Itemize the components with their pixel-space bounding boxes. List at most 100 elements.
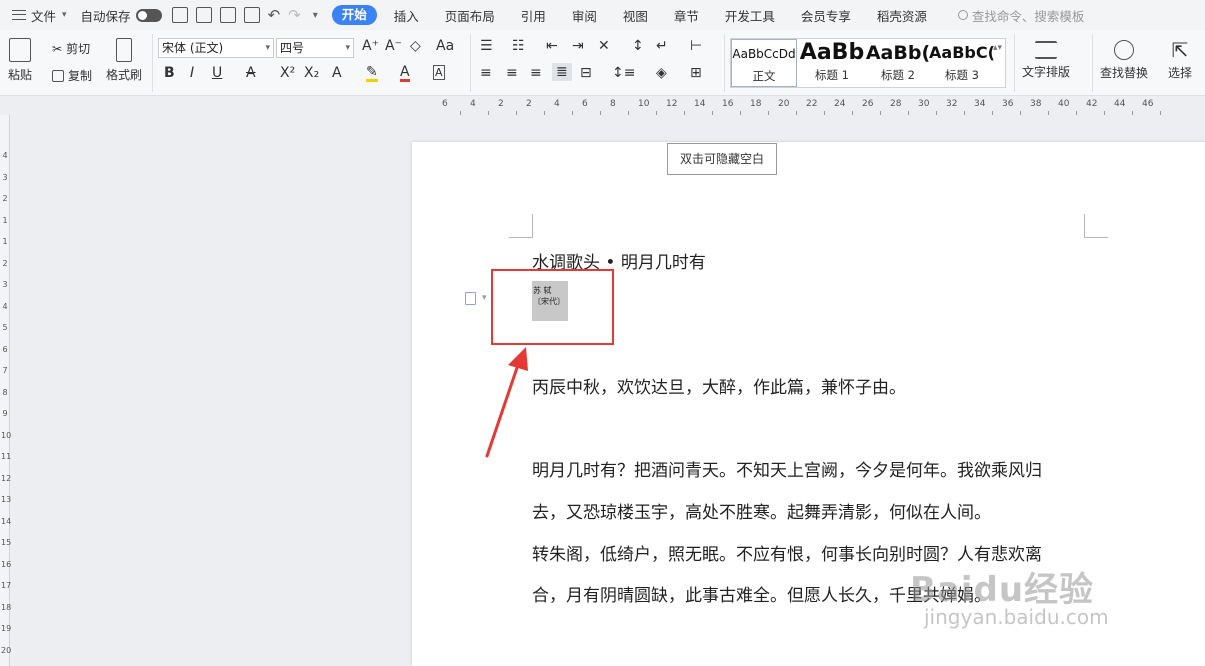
tab-insert[interactable]: 插入 (381, 6, 432, 25)
ruler-tick-label: 46 (1142, 99, 1154, 109)
annotation-arrow (485, 347, 528, 458)
file-menu[interactable]: 文件 ▾ (12, 0, 67, 30)
ruler-tick-mark (880, 111, 881, 115)
ruler-tick-mark (768, 111, 769, 115)
ruler-tick-label: 44 (1114, 99, 1126, 109)
italic-icon[interactable]: I (190, 65, 194, 81)
ribbon-divider (724, 34, 725, 92)
format-painter-button[interactable]: 格式刷 (106, 38, 142, 83)
ruler-tick-mark (852, 111, 853, 115)
ruler-tick-mark (488, 111, 489, 115)
tab-docer-resources[interactable]: 稻壳资源 (864, 6, 940, 25)
ruler-tick-label: 6 (582, 99, 588, 109)
autosave-control[interactable]: 自动保存 (81, 0, 168, 30)
justify-icon[interactable]: ≣ (552, 63, 572, 81)
align-center-icon[interactable]: ≡ (506, 65, 518, 81)
tab-developer[interactable]: 开发工具 (712, 6, 788, 25)
tab-member[interactable]: 会员专享 (788, 6, 864, 25)
ruler-tick-mark (908, 111, 909, 115)
chevron-down-icon: ▾ (62, 10, 67, 20)
print-preview-icon[interactable] (243, 7, 260, 23)
clear-format-icon[interactable]: ◇ (410, 38, 421, 54)
ruler-tick-mark (1104, 111, 1105, 115)
redo-icon[interactable]: ↷ (288, 6, 301, 24)
horizontal-ruler[interactable]: 6 4 2 2 4 6 8 10 12 14 16 18 20 22 24 26 28 30 32 34 36 38 40 4… (412, 97, 1205, 115)
cut-button[interactable]: ✂ 剪切 (52, 40, 90, 57)
shrink-font-icon[interactable]: A⁻ (385, 38, 402, 54)
ruler-tick-label: 20 (1, 645, 12, 655)
chinese-layout-icon[interactable]: ✕ (598, 38, 610, 54)
print-icon[interactable] (171, 7, 188, 23)
chevron-down-icon[interactable]: ▾ (482, 293, 487, 303)
strikethrough-icon[interactable]: A (246, 65, 256, 81)
highlight-icon[interactable]: ✎ (366, 65, 378, 82)
paste-button[interactable]: 粘贴 (8, 38, 32, 83)
sort-icon[interactable]: ↕ (632, 38, 644, 54)
vertical-ruler[interactable]: 4 3 2 1 1 2 3 4 5 6 7 8 9 10 11 12 13 14 15 16 17 18 19 20 (0, 115, 12, 666)
ribbon-toolbar: 粘贴 ✂ 剪切 复制 格式刷 宋体 (正文) 四号 A⁺ A⁻ ◇ Aa B I… (0, 30, 1205, 96)
shading-icon[interactable]: ◈ (656, 65, 667, 81)
ruler-tick-label: 42 (1086, 99, 1098, 109)
subscript-icon[interactable]: X₂ (304, 65, 319, 81)
distributed-align-icon[interactable]: ⊟ (580, 65, 592, 81)
style-name: 标题 3 (945, 68, 979, 82)
show-marks-icon[interactable]: ↵ (656, 38, 668, 54)
align-left-icon[interactable]: ≡ (480, 65, 492, 81)
tab-home[interactable]: 开始 (331, 5, 377, 25)
save-icon[interactable] (195, 7, 212, 23)
select-button[interactable]: ⇱ 选择 (1168, 38, 1192, 81)
tab-page-layout[interactable]: 页面布局 (432, 6, 508, 25)
grow-font-icon[interactable]: A⁺ (362, 38, 379, 54)
format-painter-label: 格式刷 (106, 68, 143, 82)
ruler-tick-mark (1048, 111, 1049, 115)
style-gallery-scroll-icon[interactable]: ▴▾ (993, 43, 1002, 53)
superscript-icon[interactable]: X² (280, 65, 295, 81)
text-effect-icon[interactable]: A (332, 65, 342, 81)
ribbon-divider (1092, 34, 1093, 92)
ruler-tick-label: 12 (1, 473, 12, 483)
hide-blank-space-button[interactable]: 双击可隐藏空白 (667, 143, 777, 175)
cut-label: 剪切 (66, 42, 91, 56)
ruler-tick-label: 20 (778, 99, 790, 109)
text-layout-button[interactable]: 文字排版 (1022, 38, 1070, 80)
margin-corner-mark (509, 214, 533, 238)
undo-icon[interactable]: ↶ (268, 6, 281, 24)
borders-icon[interactable]: ⊞ (690, 65, 702, 81)
tab-references[interactable]: 引用 (508, 6, 559, 25)
tab-section[interactable]: 章节 (661, 6, 712, 25)
bold-icon[interactable]: B (164, 65, 175, 81)
ruler-tick-mark (600, 111, 601, 115)
copy-button[interactable]: 复制 (52, 67, 92, 84)
font-name-select[interactable]: 宋体 (正文) (158, 38, 274, 58)
underline-icon[interactable]: U (212, 65, 222, 81)
align-right-icon[interactable]: ≡ (530, 65, 542, 81)
change-case-icon[interactable]: Aa (436, 38, 454, 54)
decrease-indent-icon[interactable]: ⇤ (546, 38, 558, 54)
numbered-list-icon[interactable]: ☷ (512, 38, 525, 54)
style-normal[interactable]: AaBbCcDd 正文 (731, 39, 797, 87)
style-heading-1[interactable]: AaBb 标题 1 (799, 39, 865, 87)
watermark-url: jingyan.baidu.com (924, 605, 1109, 629)
find-replace-button[interactable]: 查找替换 (1100, 38, 1148, 81)
style-name: 标题 1 (815, 68, 849, 82)
style-heading-2[interactable]: AaBb( 标题 2 (865, 39, 931, 87)
ruler-tick-mark (1160, 111, 1161, 115)
magnifier-icon (1114, 40, 1134, 60)
font-size-select[interactable]: 四号 (276, 38, 354, 58)
ruler-tick-mark (656, 111, 657, 115)
line-spacing-icon[interactable]: ↕≡ (612, 65, 635, 81)
tab-stops-icon[interactable]: ⊢ (690, 38, 702, 54)
style-heading-3[interactable]: AaBbC( 标题 3 (929, 39, 995, 87)
tab-review[interactable]: 审阅 (559, 6, 610, 25)
increase-indent-icon[interactable]: ⇥ (572, 38, 584, 54)
command-search[interactable]: 查找命令、搜索模板 (957, 6, 1084, 25)
ruler-tick-label: 30 (918, 99, 930, 109)
font-color-icon[interactable]: A (400, 65, 410, 82)
export-pdf-icon[interactable] (219, 7, 236, 23)
autosave-toggle[interactable] (135, 8, 162, 22)
bullet-list-icon[interactable]: ☰ (480, 38, 493, 54)
quick-access-more-icon[interactable]: ▾ (313, 10, 318, 21)
char-border-icon[interactable]: A (433, 65, 445, 80)
paragraph-layout-icon[interactable] (465, 292, 476, 305)
tab-view[interactable]: 视图 (610, 6, 661, 25)
